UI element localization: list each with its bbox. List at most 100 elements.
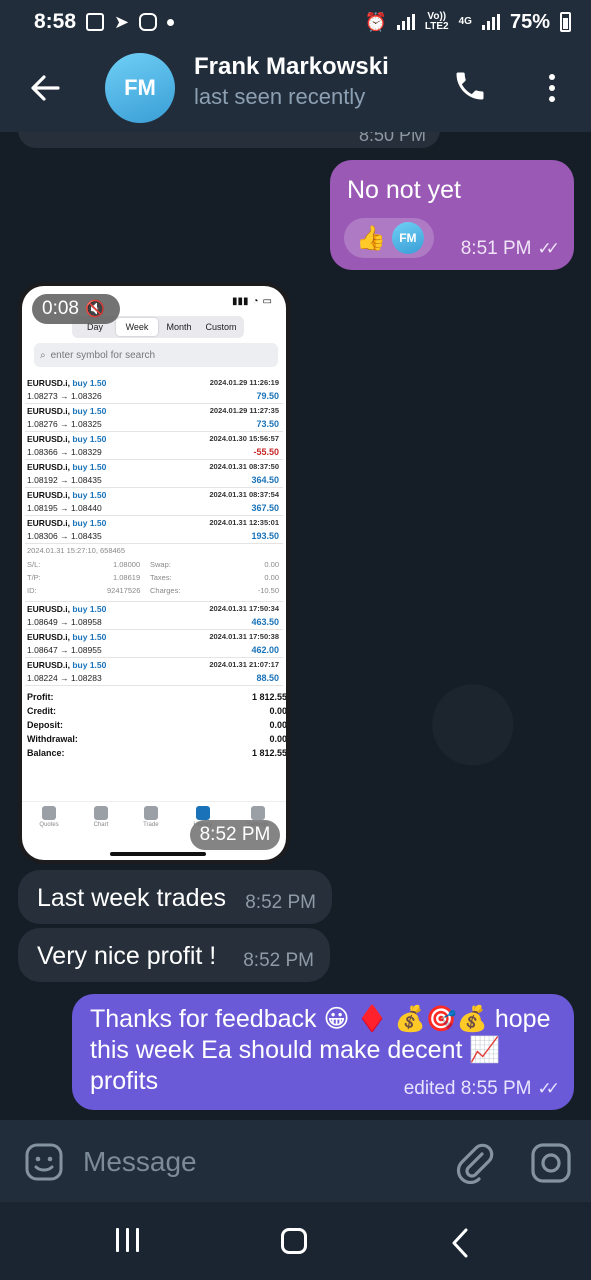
summary-row: Withdrawal: 0.00 <box>27 734 286 748</box>
screenshot-nav-item: Quotes <box>39 806 59 841</box>
alarm-icon: ⏰ <box>364 11 387 32</box>
sl-label: S/L: <box>27 560 41 569</box>
chat-title-block[interactable]: Frank Markowski last seen recently <box>194 53 389 110</box>
trade-prices: 1.08273 → 1.08326 <box>27 391 102 401</box>
swap-value: 0.00 <box>264 560 279 569</box>
message-time: 8:52 PM <box>245 892 316 913</box>
trade-action: buy 1.50 <box>72 660 107 670</box>
trade-profit: -55.50 <box>253 447 279 457</box>
status-bar: 8:58 ➤ ⏰ Vo)) LTE2 4G 75% <box>0 0 591 44</box>
charges-label: Charges: <box>150 586 181 595</box>
outgoing-message[interactable]: No not yet 👍 FM 8:51 PM ✓✓ <box>330 160 574 270</box>
double-check-icon: ✓✓ <box>537 239 560 258</box>
status-time: 8:58 <box>34 10 77 33</box>
trade-action: buy 1.50 <box>72 462 107 472</box>
trade-symbol: EURUSD.i, buy 1.50 <box>27 406 107 416</box>
reaction-avatar: FM <box>391 222 424 254</box>
system-back-button[interactable] <box>450 1228 470 1263</box>
trade-row: EURUSD.i, buy 1.50 1.08649 → 1.08958 2024.… <box>25 602 283 630</box>
trade-detail: 2024.01.31 15:27:10, 658465 S/L: 1.08000… <box>25 544 283 602</box>
chat-messages[interactable]: 8:50 PM No not yet 👍 FM 8:51 PM ✓✓ 0:08 … <box>0 132 591 1120</box>
account-summary: Profit: 1 812.55 Credit: 0.00 Deposit: 0.00 Wi… <box>25 686 286 758</box>
id-value: 92417526 <box>107 586 141 595</box>
trade-symbol: EURUSD.i, buy 1.50 <box>27 462 107 472</box>
trade-action: buy 1.50 <box>72 632 107 642</box>
swap-label: Swap: <box>150 560 171 569</box>
summary-label: Balance: <box>27 748 65 758</box>
call-button[interactable] <box>452 68 492 108</box>
trade-prices: 1.08649 → 1.08958 <box>27 617 102 627</box>
trade-action: buy 1.50 <box>72 604 107 614</box>
nav-item-icon <box>195 806 210 820</box>
message-time: 8:52 PM <box>243 950 314 971</box>
summary-value: 1 812.55 <box>251 692 286 702</box>
screenshot-nav-item: Chart <box>93 806 108 841</box>
summary-value: 0.00 <box>269 720 286 730</box>
tab-custom: Custom <box>205 322 237 332</box>
tp-value: 1.08619 <box>113 573 141 582</box>
trade-history-screenshot[interactable]: 0:08 🔇 ▮▮▮ ◔ ▭ Day Week Month Custom ⌕ ent… <box>22 286 286 860</box>
nav-item-icon <box>93 806 108 820</box>
taxes-label: Taxes: <box>150 573 172 582</box>
trade-profit: 88.50 <box>256 673 279 683</box>
trade-symbol: EURUSD.i, buy 1.50 <box>27 660 107 670</box>
nav-item-label: Trade <box>143 822 159 828</box>
incoming-message[interactable]: Last week trades 8:52 PM <box>18 870 332 924</box>
trade-profit: 367.50 <box>251 503 279 513</box>
outgoing-message[interactable]: Thanks for feedback 😀 ♦️ 💰🎯💰 hope this w… <box>72 994 574 1110</box>
signal-icon <box>396 14 415 30</box>
video-duration-badge[interactable]: 0:08 🔇 <box>32 294 120 324</box>
trade-datetime: 2024.01.29 11:26:19 <box>209 378 279 387</box>
volte-label: Vo)) LTE2 <box>424 11 449 32</box>
trade-row: EURUSD.i, buy 1.50 1.08192 → 1.08435 2024.… <box>25 460 283 488</box>
summary-row: Deposit: 0.00 <box>27 720 286 734</box>
trade-profit: 463.50 <box>251 617 279 627</box>
trade-action: buy 1.50 <box>72 518 107 528</box>
image-time: 8:52 PM <box>190 820 280 850</box>
sl-value: 1.08000 <box>113 560 141 569</box>
phone-icon <box>456 72 484 100</box>
message-input[interactable] <box>83 1140 423 1184</box>
message-text: Very nice profit ! <box>37 942 217 970</box>
camera-button[interactable] <box>530 1142 572 1184</box>
last-seen-status: last seen recently <box>194 84 366 109</box>
trade-action: buy 1.50 <box>72 378 107 388</box>
trade-profit: 364.50 <box>251 475 279 485</box>
trade-datetime: 2024.01.30 15:56:57 <box>209 434 279 443</box>
trade-row: EURUSD.i, buy 1.50 1.08195 → 1.08440 2024.… <box>25 488 283 516</box>
battery-percent: 75% <box>509 10 550 33</box>
trade-symbol: EURUSD.i, buy 1.50 <box>27 604 107 614</box>
message-meta: edited 8:55 PM ✓✓ <box>404 1078 560 1100</box>
trade-row: EURUSD.i, buy 1.50 1.08276 → 1.08325 2024.… <box>25 404 283 432</box>
summary-value: 0.00 <box>269 706 286 716</box>
gallery-icon <box>86 13 105 31</box>
recents-button[interactable] <box>116 1228 139 1252</box>
home-button[interactable] <box>281 1228 307 1254</box>
emoji-button[interactable] <box>24 1142 64 1182</box>
reaction-chip[interactable]: 👍 FM <box>344 218 434 258</box>
home-indicator <box>110 852 206 856</box>
battery-icon <box>560 12 571 32</box>
summary-row: Balance: 1 812.55 <box>27 748 286 762</box>
more-options-button[interactable] <box>540 68 564 108</box>
screenshot-status-icons: ▮▮▮ ◔ ▭ <box>231 296 272 307</box>
trade-list: EURUSD.i, buy 1.50 1.08273 → 1.08326 2024.… <box>25 376 286 758</box>
message-time: 8:50 PM <box>358 132 426 145</box>
image-message[interactable]: 0:08 🔇 ▮▮▮ ◔ ▭ Day Week Month Custom ⌕ ent… <box>18 282 290 864</box>
back-button[interactable] <box>0 44 90 132</box>
contact-avatar[interactable]: FM <box>105 53 175 123</box>
message-time: 8:51 PM <box>460 238 532 259</box>
summary-label: Credit: <box>27 706 56 716</box>
summary-row: Credit: 0.00 <box>27 706 286 720</box>
previous-message-bubble[interactable]: 8:50 PM <box>18 132 440 148</box>
trade-datetime: 2024.01.29 11:27:35 <box>209 406 279 415</box>
mute-icon: 🔇 <box>84 301 105 318</box>
system-nav-bar <box>0 1202 591 1280</box>
taxes-value: 0.00 <box>264 573 279 582</box>
incoming-message[interactable]: Very nice profit ! 8:52 PM <box>18 928 330 982</box>
smiley-icon <box>25 1143 63 1181</box>
trade-prices: 1.08195 → 1.08440 <box>27 503 102 513</box>
attach-button[interactable] <box>454 1140 494 1185</box>
trade-datetime: 2024.01.31 17:50:38 <box>209 632 279 641</box>
network-type: 4G <box>458 16 472 27</box>
